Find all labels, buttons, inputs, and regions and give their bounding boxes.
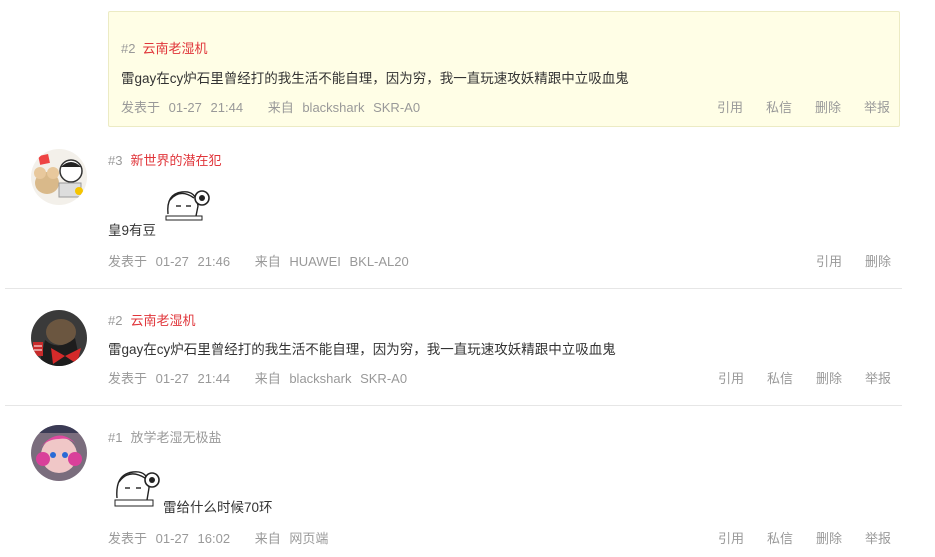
sticker-image: [111, 464, 161, 511]
sticker-image: [162, 186, 212, 225]
delete-button[interactable]: 删除: [816, 368, 842, 387]
from-label: 来自: [254, 254, 281, 269]
post-actions: 引用 私信 删除 举报: [718, 528, 891, 547]
quoted-post: #2 云南老湿机 雷gay在cy炉石里曾经打的我生活不能自理，因为穷，我一直玩速攻…: [108, 11, 900, 127]
post-actions: 引用 私信 删除 举报: [718, 368, 891, 387]
post-time: 21:44: [210, 100, 244, 115]
posted-label: 发表于: [108, 371, 148, 386]
avatar[interactable]: [31, 425, 87, 481]
device-model: SKR-A0: [373, 100, 421, 115]
post-actions: 引用 删除: [816, 251, 891, 270]
post-content: 皇9有豆: [108, 223, 157, 238]
post-meta: 发表于 01-27 21:44 来自 blackshark SKR-A0: [108, 368, 412, 387]
quote-button[interactable]: 引用: [718, 368, 744, 387]
post-header: #3 新世界的潜在犯: [108, 150, 221, 169]
avatar[interactable]: [31, 149, 87, 205]
delete-button[interactable]: 删除: [815, 97, 841, 116]
quote-button[interactable]: 引用: [816, 251, 842, 270]
post-date: 01-27: [155, 371, 189, 386]
message-button[interactable]: 私信: [766, 97, 792, 116]
author-name[interactable]: 云南老湿机: [130, 313, 195, 328]
post-header: #2 云南老湿机: [108, 310, 195, 329]
posted-label: 发表于: [108, 254, 148, 269]
device-name: HUAWEI: [289, 254, 341, 269]
post-date: 01-27: [155, 531, 189, 546]
device-name: 网页端: [289, 531, 329, 546]
from-label: 来自: [254, 531, 281, 546]
message-button[interactable]: 私信: [767, 528, 793, 547]
post-header: #1 放学老湿无极盐: [108, 427, 221, 446]
post-time: 21:46: [197, 254, 231, 269]
author-name[interactable]: 放学老湿无极盐: [130, 430, 221, 445]
divider: [5, 288, 902, 289]
device-model: SKR-A0: [360, 371, 408, 386]
post-time: 21:44: [197, 371, 231, 386]
quote-button[interactable]: 引用: [718, 528, 744, 547]
post-meta: 发表于 01-27 21:46 来自 HUAWEI BKL-AL20: [108, 251, 414, 270]
delete-button[interactable]: 删除: [865, 251, 891, 270]
quote-button[interactable]: 引用: [717, 97, 743, 116]
post-content: 雷gay在cy炉石里曾经打的我生活不能自理，因为穷，我一直玩速攻妖精跟中立吸血鬼: [121, 71, 629, 86]
quoted-post-header: #2 云南老湿机: [121, 38, 207, 57]
posted-label: 发表于: [108, 531, 148, 546]
post-date: 01-27: [168, 100, 202, 115]
posted-label: 发表于: [121, 100, 161, 115]
author-name[interactable]: 新世界的潜在犯: [130, 153, 221, 168]
device-name: blackshark: [289, 371, 352, 386]
report-button[interactable]: 举报: [864, 97, 890, 116]
message-button[interactable]: 私信: [767, 368, 793, 387]
floor-number: #2: [108, 313, 123, 328]
post-actions: 引用 私信 删除 举报: [717, 97, 890, 116]
floor-number: #1: [108, 430, 123, 445]
post-content: 雷gay在cy炉石里曾经打的我生活不能自理，因为穷，我一直玩速攻妖精跟中立吸血鬼: [108, 342, 616, 357]
from-label: 来自: [254, 371, 281, 386]
author-name[interactable]: 云南老湿机: [142, 41, 207, 56]
divider: [5, 405, 902, 406]
from-label: 来自: [267, 100, 294, 115]
post-time: 16:02: [197, 531, 231, 546]
post-content: 雷给什么时候70环: [163, 500, 273, 515]
post-meta: 发表于 01-27 16:02 来自 网页端: [108, 528, 333, 547]
report-button[interactable]: 举报: [865, 368, 891, 387]
post-date: 01-27: [155, 254, 189, 269]
floor-number: #2: [121, 41, 136, 56]
delete-button[interactable]: 删除: [816, 528, 842, 547]
report-button[interactable]: 举报: [865, 528, 891, 547]
post-meta: 发表于 01-27 21:44 来自 blackshark SKR-A0: [121, 97, 425, 116]
device-model: BKL-AL20: [349, 254, 409, 269]
floor-number: #3: [108, 153, 123, 168]
device-name: blackshark: [302, 100, 365, 115]
avatar[interactable]: [31, 310, 87, 366]
